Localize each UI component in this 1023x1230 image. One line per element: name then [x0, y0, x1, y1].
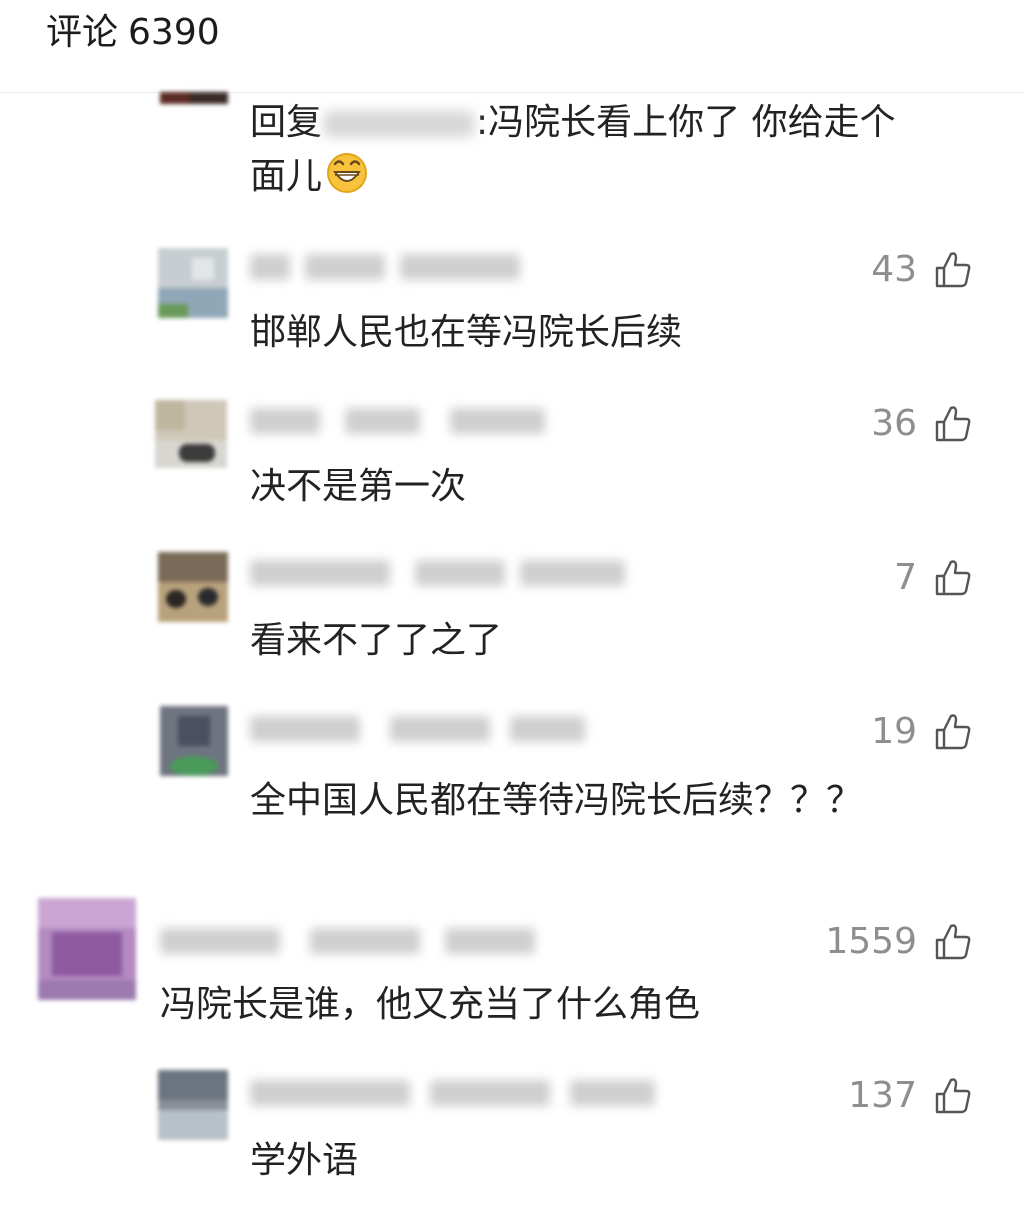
- comment-text: 决不是第一次: [250, 466, 467, 507]
- username-blurred[interactable]: [250, 1078, 660, 1108]
- like-button[interactable]: 7: [894, 556, 975, 600]
- avatar[interactable]: [155, 400, 227, 468]
- like-button[interactable]: 36: [871, 402, 975, 446]
- comments-title: 评论 6390: [46, 10, 220, 56]
- like-count: 19: [871, 711, 917, 752]
- avatar[interactable]: [160, 92, 228, 104]
- thumbs-up-icon: [935, 714, 971, 750]
- username-blurred[interactable]: [160, 926, 540, 956]
- username-blurred[interactable]: [250, 252, 540, 282]
- comment-text: 邯郸人民也在等冯院长后续: [250, 312, 683, 353]
- like-count: 137: [848, 1075, 917, 1116]
- thumbs-up-icon: [935, 1078, 971, 1114]
- thumbs-up-icon: [935, 560, 971, 596]
- comment-text-line1: :冯院长看上你了 你给走个: [476, 102, 896, 143]
- thumbs-up-icon: [935, 252, 971, 288]
- username-blurred[interactable]: [250, 406, 550, 436]
- avatar[interactable]: [38, 898, 136, 1000]
- username-blurred[interactable]: [250, 558, 630, 588]
- comments-count: 6390: [128, 12, 220, 53]
- thumbs-up-icon: [935, 924, 971, 960]
- username-blurred[interactable]: [250, 714, 590, 744]
- like-count: 43: [871, 249, 917, 290]
- grinning-face-icon: [327, 153, 368, 193]
- comment-reply: 36 决不是第一次: [0, 398, 1023, 518]
- mention-username[interactable]: [324, 111, 475, 137]
- comment-top-level: 1559 冯院长是谁，他又充当了什么角色: [0, 898, 1023, 1038]
- avatar[interactable]: [160, 706, 228, 776]
- comment-text: 看来不了了之了: [250, 620, 503, 661]
- avatar[interactable]: [158, 248, 228, 318]
- like-count: 1559: [825, 921, 917, 962]
- comment-reply: 137 学外语: [0, 1070, 1023, 1200]
- comment-reply: 回复 :冯院长看上你了 你给走个 面儿: [0, 92, 1023, 212]
- comment-text: 冯院长是谁，他又充当了什么角色: [160, 984, 701, 1025]
- thumbs-up-icon: [935, 406, 971, 442]
- comments-title-label: 评论: [46, 12, 119, 53]
- comment-reply: 19 全中国人民都在等待冯院长后续？？？: [0, 706, 1023, 826]
- comment-reply: 7 看来不了了之了: [0, 552, 1023, 672]
- comment-text-line2: 面儿: [250, 156, 323, 197]
- comment-text: 学外语: [250, 1140, 359, 1181]
- like-count: 7: [894, 557, 917, 598]
- comment-text: 全中国人民都在等待冯院长后续？？？: [250, 780, 863, 821]
- avatar[interactable]: [158, 552, 228, 622]
- like-button[interactable]: 1559: [825, 920, 975, 964]
- like-button[interactable]: 43: [871, 248, 975, 292]
- reply-prefix: 回复: [250, 102, 323, 143]
- comment-reply: 43 邯郸人民也在等冯院长后续: [0, 244, 1023, 364]
- comment-text: 回复 :冯院长看上你了 你给走个 面儿: [250, 96, 896, 204]
- avatar[interactable]: [158, 1070, 228, 1140]
- like-count: 36: [871, 403, 917, 444]
- like-button[interactable]: 19: [871, 710, 975, 754]
- like-button[interactable]: 137: [848, 1074, 975, 1118]
- comments-header: 评论 6390: [0, 0, 1023, 93]
